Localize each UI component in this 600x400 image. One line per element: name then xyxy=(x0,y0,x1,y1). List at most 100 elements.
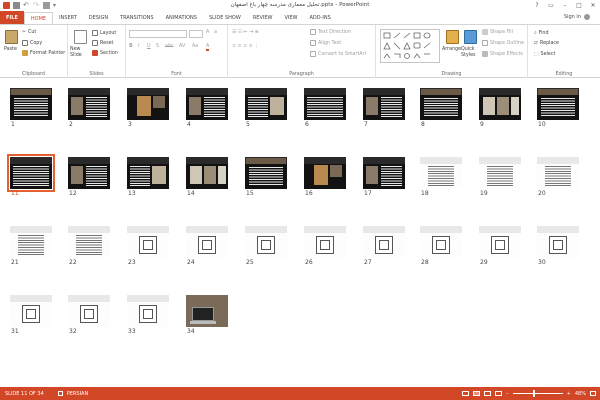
change-case-button[interactable]: Aa xyxy=(192,44,198,49)
bullets-button[interactable]: ☰ ☷ ⇤ ⇥ ≣ xyxy=(232,30,259,35)
find-button[interactable]: ⌕ Find xyxy=(534,30,549,37)
slide-preview[interactable] xyxy=(68,295,110,327)
paste-icon[interactable] xyxy=(5,30,18,44)
zoom-in-icon[interactable]: + xyxy=(567,391,571,397)
fit-to-window-icon[interactable] xyxy=(590,391,596,396)
slide-preview[interactable] xyxy=(537,226,579,258)
slide-thumbnail[interactable]: 20 xyxy=(537,157,579,197)
slide-preview[interactable] xyxy=(186,157,228,189)
tab-transitions[interactable]: TRANSITIONS xyxy=(114,12,160,24)
slide-thumbnail[interactable]: 27 xyxy=(363,226,405,266)
slide-preview[interactable] xyxy=(363,226,405,258)
slide-preview[interactable] xyxy=(537,88,579,120)
slide-preview[interactable] xyxy=(479,157,521,189)
language-indicator[interactable]: PERSIAN xyxy=(57,391,88,397)
slide-preview[interactable] xyxy=(304,226,346,258)
slide-thumbnail[interactable]: 31 xyxy=(10,295,52,335)
slide-preview[interactable] xyxy=(245,88,287,120)
slide-preview[interactable] xyxy=(186,295,228,327)
align-buttons[interactable]: ≡ ≡ ≡ ≡ ⋮ xyxy=(232,44,259,49)
slide-thumbnail[interactable]: 4 xyxy=(186,88,228,128)
quick-styles-button[interactable]: Quick Styles xyxy=(461,47,481,59)
char-spacing-button[interactable]: AV xyxy=(179,44,185,49)
slide-thumbnail[interactable]: 13 xyxy=(127,157,169,197)
slide-preview[interactable] xyxy=(245,226,287,258)
reading-view-icon[interactable] xyxy=(484,391,492,396)
slide-preview[interactable] xyxy=(363,88,405,120)
slide-preview[interactable] xyxy=(363,157,405,189)
new-slide-icon[interactable] xyxy=(74,30,87,44)
font-size-combo[interactable] xyxy=(189,30,203,38)
slide-thumbnail[interactable]: 12 xyxy=(68,157,110,197)
slide-thumbnail[interactable]: 24 xyxy=(186,226,228,266)
slide-sorter-view-icon[interactable] xyxy=(473,391,481,396)
replace-button[interactable]: ⇄ Replace xyxy=(534,41,559,46)
help-icon[interactable]: ? xyxy=(530,0,544,11)
slide-thumbnail[interactable]: 32 xyxy=(68,295,110,335)
maximize-icon[interactable]: □ xyxy=(572,0,586,11)
slide-preview[interactable] xyxy=(420,226,462,258)
slide-thumbnail[interactable]: 5 xyxy=(245,88,287,128)
slide-preview[interactable] xyxy=(186,88,228,120)
sign-in-label[interactable]: Sign in xyxy=(564,14,581,20)
slide-preview[interactable] xyxy=(68,88,110,120)
slide-thumbnail[interactable]: 11 xyxy=(7,154,55,197)
tab-review[interactable]: REVIEW xyxy=(247,12,279,24)
slide-preview[interactable] xyxy=(68,226,110,258)
tab-insert[interactable]: INSERT xyxy=(53,12,83,24)
slide-preview[interactable] xyxy=(479,226,521,258)
slide-preview[interactable] xyxy=(7,154,55,192)
undo-icon[interactable]: ↶ xyxy=(23,2,30,9)
shape-outline-button[interactable]: Shape Outline xyxy=(482,40,524,46)
normal-view-icon[interactable] xyxy=(462,391,470,396)
slide-thumbnail[interactable]: 9 xyxy=(479,88,521,128)
slide-thumbnail[interactable]: 8 xyxy=(420,88,462,128)
slide-preview[interactable] xyxy=(479,88,521,120)
slide-preview[interactable] xyxy=(186,226,228,258)
slide-thumbnail[interactable]: 23 xyxy=(127,226,169,266)
sign-in[interactable]: Sign in xyxy=(564,14,590,20)
slide-thumbnail[interactable]: 19 xyxy=(479,157,521,197)
slide-thumbnail[interactable]: 33 xyxy=(127,295,169,335)
shrink-font-button[interactable]: a xyxy=(214,30,217,35)
close-icon[interactable]: ✕ xyxy=(586,0,600,11)
format-painter-button[interactable]: Format Painter xyxy=(22,50,65,56)
slide-preview[interactable] xyxy=(537,157,579,189)
strikethrough-button[interactable]: abc xyxy=(165,44,174,49)
convert-smartart-button[interactable]: Convert to SmartArt xyxy=(310,51,366,57)
save-icon[interactable] xyxy=(13,2,20,9)
slide-thumbnail[interactable]: 14 xyxy=(186,157,228,197)
redo-icon[interactable]: ↷ xyxy=(33,2,40,9)
slide-thumbnail[interactable]: 3 xyxy=(127,88,169,128)
tab-home[interactable]: HOME xyxy=(23,12,54,24)
shape-fill-button[interactable]: Shape Fill xyxy=(482,29,513,35)
reset-button[interactable]: Reset xyxy=(92,40,113,46)
slide-preview[interactable] xyxy=(420,88,462,120)
text-direction-button[interactable]: Text Direction xyxy=(310,29,351,35)
slide-preview[interactable] xyxy=(304,157,346,189)
tab-animations[interactable]: ANIMATIONS xyxy=(160,12,203,24)
slide-thumbnail[interactable]: 15 xyxy=(245,157,287,197)
select-button[interactable]: ⬚ Select xyxy=(534,52,555,57)
tab-view[interactable]: VIEW xyxy=(278,12,303,24)
align-text-button[interactable]: Align Text xyxy=(310,40,341,46)
paste-button[interactable]: Paste xyxy=(4,47,17,52)
shape-effects-button[interactable]: Shape Effects xyxy=(482,51,523,57)
zoom-slider[interactable] xyxy=(512,390,563,397)
slide-preview[interactable] xyxy=(245,157,287,189)
zoom-level[interactable]: 48% xyxy=(575,391,586,397)
slide-preview[interactable] xyxy=(10,88,52,120)
slide-thumbnail[interactable]: 10 xyxy=(537,88,579,128)
slide-thumbnail[interactable]: 22 xyxy=(68,226,110,266)
slide-thumbnail[interactable]: 1 xyxy=(10,88,52,128)
slide-preview[interactable] xyxy=(420,157,462,189)
slide-thumbnail[interactable]: 34 xyxy=(186,295,228,335)
slide-thumbnail[interactable]: 2 xyxy=(68,88,110,128)
tab-slide-show[interactable]: SLIDE SHOW xyxy=(203,12,247,24)
slide-thumbnail[interactable]: 16 xyxy=(304,157,346,197)
zoom-out-icon[interactable]: – xyxy=(506,391,509,397)
slide-preview[interactable] xyxy=(127,295,169,327)
slide-preview[interactable] xyxy=(127,226,169,258)
underline-button[interactable]: U xyxy=(147,44,151,49)
slide-thumbnail[interactable]: 30 xyxy=(537,226,579,266)
